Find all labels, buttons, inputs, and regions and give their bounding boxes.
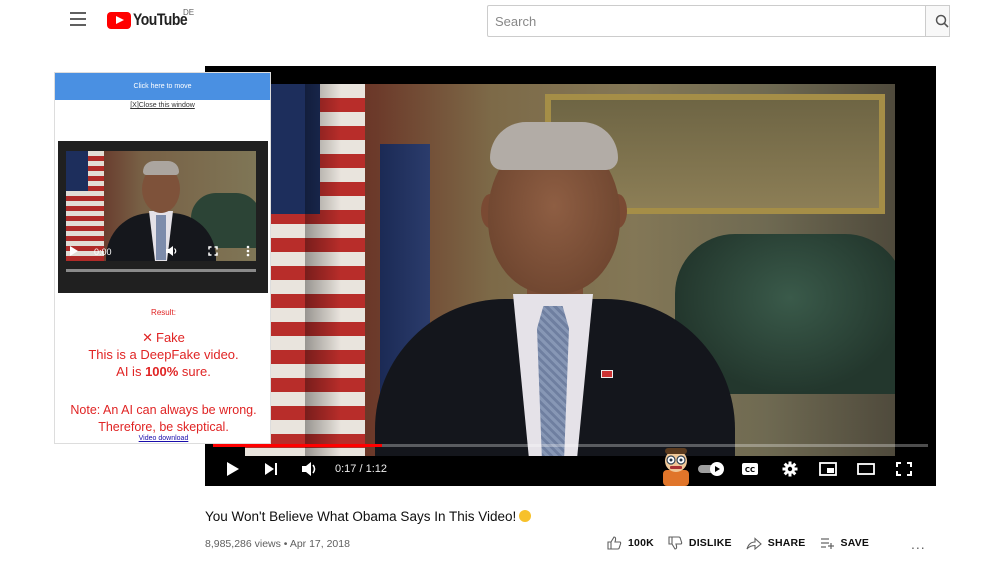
close-window-link[interactable]: [X]Close this window [55, 102, 270, 109]
logo-text: YouTube [133, 10, 188, 29]
settings-icon [782, 461, 798, 477]
next-button[interactable] [261, 456, 281, 482]
result-label: Result: [151, 308, 176, 317]
dislike-icon [668, 536, 683, 550]
drag-handle[interactable]: Click here to move [55, 73, 270, 100]
video-title: You Won't Believe What Obama Says In Thi… [205, 509, 532, 524]
settings-button[interactable] [779, 456, 801, 482]
dislike-label: DISLIKE [688, 537, 732, 549]
mini-play-icon[interactable] [70, 246, 78, 256]
progress-bar[interactable] [213, 444, 928, 447]
fullscreen-icon [896, 462, 912, 476]
play-button[interactable] [223, 456, 243, 482]
search-button[interactable] [926, 5, 950, 37]
miniplayer-icon [819, 462, 837, 476]
mini-fullscreen-icon[interactable] [208, 246, 218, 256]
svg-text:CC: CC [745, 466, 755, 474]
share-icon [746, 536, 762, 550]
confidence-line: AI is 100% sure. [55, 363, 272, 380]
mini-more-icon[interactable] [246, 245, 250, 257]
verdict-line: ✕ Fake [55, 329, 272, 346]
theater-button[interactable] [855, 456, 877, 482]
like-button[interactable]: 100K [607, 536, 654, 550]
verdict: Fake [156, 330, 185, 345]
fullscreen-button[interactable] [893, 456, 915, 482]
note-line-2: Therefore, be skeptical. [98, 420, 229, 434]
deepfake-detector-panel: Click here to move [X]Close this window … [54, 72, 271, 444]
like-icon [607, 536, 622, 550]
video-actions: 100K DISLIKE SHARE SAVE [607, 536, 883, 550]
volume-button[interactable] [299, 456, 321, 482]
video-title-text: You Won't Believe What Obama Says In Thi… [205, 509, 517, 524]
captions-icon: CC [742, 463, 758, 475]
mini-video-player[interactable]: 0:00 [58, 141, 268, 293]
confidence-prefix: AI is [116, 364, 146, 379]
confidence-suffix: sure. [178, 364, 211, 379]
play-icon [227, 462, 239, 476]
youtube-logo-icon [107, 11, 131, 29]
more-actions-button[interactable]: ... [911, 536, 926, 552]
video-meta: 8,985,286 views • Apr 17, 2018 [205, 538, 350, 550]
autoplay-toggle[interactable] [697, 456, 727, 482]
search-icon [935, 14, 949, 28]
search-box [487, 5, 926, 37]
share-label: SHARE [767, 537, 806, 549]
video-frame [245, 84, 895, 456]
save-button[interactable]: SAVE [820, 537, 870, 549]
search-input[interactable] [488, 6, 925, 36]
cross-icon: ✕ [142, 330, 153, 345]
mini-progress-bar[interactable] [66, 269, 256, 272]
wink-emoji-icon [519, 510, 532, 522]
video-download-link[interactable]: Video download [55, 435, 272, 442]
captions-button[interactable]: CC [739, 456, 761, 482]
video-player[interactable]: 0:17 / 1:12 CC [205, 66, 936, 486]
next-icon [265, 463, 277, 475]
deepfake-line: This is a DeepFake video. [88, 347, 239, 362]
time-display: 0:17 / 1:12 [335, 463, 387, 475]
note-line-1: Note: An AI can always be wrong. [70, 403, 257, 417]
autoplay-toggle-icon [698, 462, 724, 476]
like-count: 100K [628, 537, 654, 549]
result-text: ✕ Fake This is a DeepFake video. AI is 10… [55, 329, 272, 380]
share-button[interactable]: SHARE [746, 536, 806, 550]
save-label: SAVE [840, 537, 870, 549]
disclaimer-note: Note: An AI can always be wrong. Therefo… [53, 402, 274, 436]
confidence-value: 100% [145, 364, 179, 379]
save-icon [820, 538, 834, 549]
mini-time-display: 0:00 [94, 247, 112, 257]
dislike-button[interactable]: DISLIKE [668, 536, 732, 550]
mini-volume-icon[interactable] [166, 246, 178, 256]
mini-player-controls: 0:00 [66, 241, 256, 261]
country-code: DE [183, 8, 195, 17]
mascot-icon[interactable] [657, 444, 695, 486]
theater-icon [857, 463, 875, 475]
miniplayer-button[interactable] [817, 456, 839, 482]
player-controls: 0:17 / 1:12 CC [205, 448, 936, 486]
volume-icon [302, 462, 316, 476]
progress-fill [213, 444, 382, 447]
menu-icon[interactable] [70, 12, 86, 26]
